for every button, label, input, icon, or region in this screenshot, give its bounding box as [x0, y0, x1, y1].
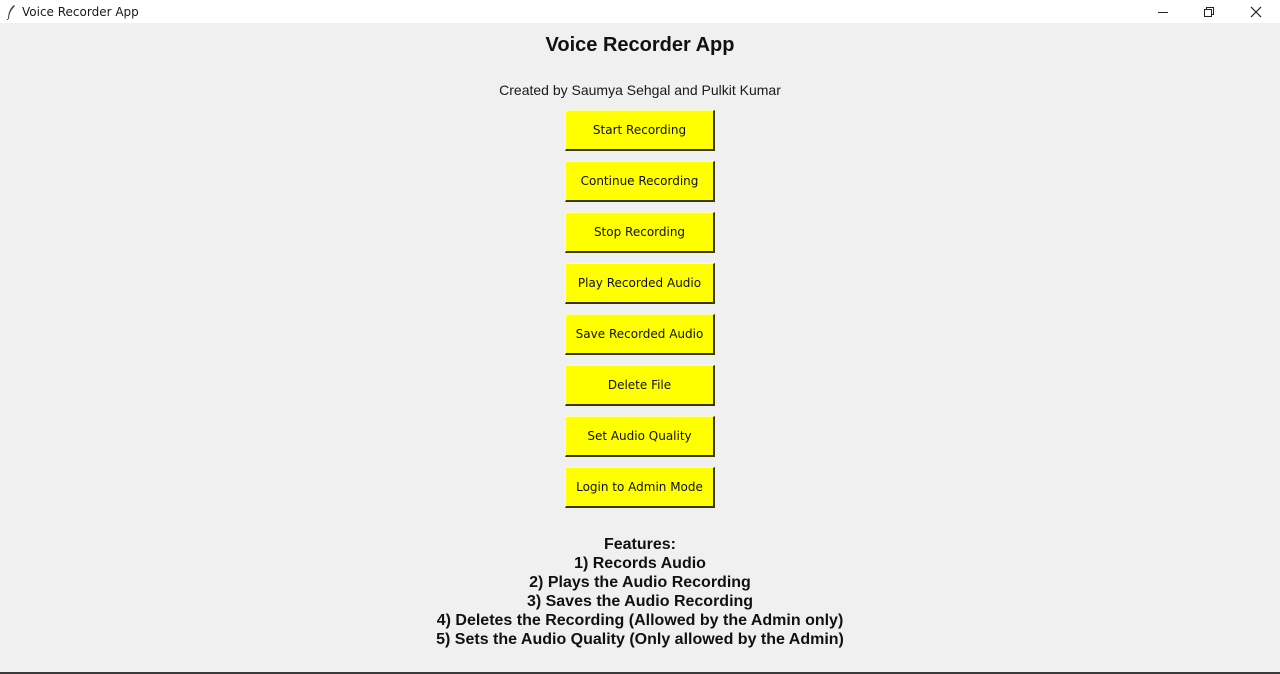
title-bar[interactable]: Voice Recorder App — [0, 0, 1280, 23]
app-heading: Voice Recorder App — [545, 34, 735, 56]
minimize-icon — [1158, 11, 1168, 13]
minimize-button[interactable] — [1140, 0, 1186, 23]
feature-item: 4) Deletes the Recording (Allowed by the… — [436, 612, 844, 629]
credit-label: Created by Saumya Sehgal and Pulkit Kuma… — [499, 82, 781, 98]
window-title: Voice Recorder App — [22, 4, 139, 19]
feature-item: 5) Sets the Audio Quality (Only allowed … — [436, 631, 844, 648]
feature-item: 3) Saves the Audio Recording — [526, 593, 754, 610]
start-recording-button[interactable]: Start Recording — [565, 110, 715, 151]
set-audio-quality-button[interactable]: Set Audio Quality — [565, 416, 715, 457]
restore-icon — [1204, 6, 1214, 17]
restore-button[interactable] — [1186, 0, 1232, 23]
continue-recording-button[interactable]: Continue Recording — [565, 161, 715, 202]
feather-icon — [6, 4, 16, 20]
stop-recording-button[interactable]: Stop Recording — [565, 212, 715, 253]
play-recorded-audio-button[interactable]: Play Recorded Audio — [565, 263, 715, 304]
login-admin-mode-button[interactable]: Login to Admin Mode — [565, 467, 715, 508]
save-recorded-audio-button[interactable]: Save Recorded Audio — [565, 314, 715, 355]
close-icon — [1250, 6, 1262, 17]
feature-item: 2) Plays the Audio Recording — [529, 574, 751, 591]
feature-item: 1) Records Audio — [574, 555, 706, 572]
features-title: Features: — [603, 536, 677, 553]
app-window: Voice Recorder App Voice Recorder App Cr… — [0, 0, 1280, 674]
close-button[interactable] — [1233, 0, 1279, 23]
features-list: Features: 1) Records Audio 2) Plays the … — [0, 535, 1280, 649]
delete-file-button[interactable]: Delete File — [565, 365, 715, 406]
